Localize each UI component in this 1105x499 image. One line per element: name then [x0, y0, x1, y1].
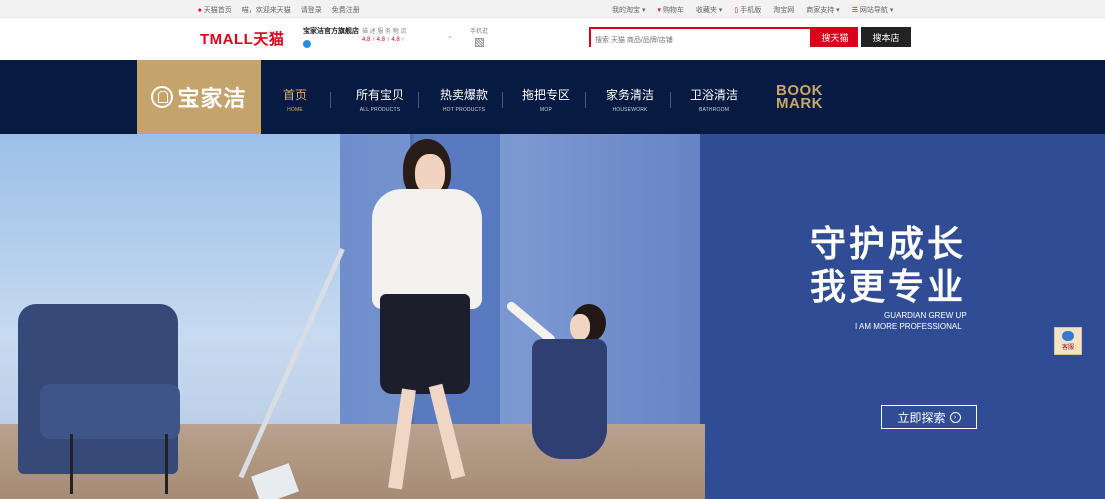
girl-face — [570, 314, 590, 340]
topbar-right: 我的淘宝 ▾ ▾ 购物车 收藏夹 ▾ ▯ 手机版 淘宝网 商家支持 ▾ ☰ 网站… — [612, 5, 893, 15]
aliwangwang-icon[interactable] — [303, 40, 311, 48]
armchair-seat — [40, 384, 180, 439]
site-header: TMALL天猫 宝家洁官方旗舰店 描 述 服 务 物 流 4.8 ↑ 4.8 ↑… — [0, 18, 1105, 60]
brand-logo[interactable]: 宝家洁 — [137, 60, 261, 134]
brand-badge-icon — [151, 86, 174, 108]
shop-nav: 宝家洁 首页 HOME 所有宝贝 ALL PRODUCTS 热卖爆款 HOT P… — [0, 60, 1105, 134]
qr-code-icon[interactable] — [474, 38, 484, 47]
search-input[interactable] — [591, 32, 810, 49]
hero-english-line1: GUARDIAN GREW UP — [884, 311, 967, 320]
nav-divider — [585, 92, 586, 108]
menu-icon: ☰ — [851, 7, 858, 14]
topbar-register-link[interactable]: 免费注册 — [332, 5, 360, 15]
topbar-taobao[interactable]: 淘宝网 — [773, 5, 794, 15]
explore-button[interactable]: 立即探索 › — [881, 405, 977, 429]
mobile-shop[interactable]: 手机逛 — [470, 26, 488, 47]
chevron-down-icon[interactable]: ⌄ — [447, 32, 453, 40]
topbar-merchant[interactable]: 商家支持 ▾ — [806, 5, 839, 15]
armchair-leg — [165, 434, 168, 494]
rating-labels: 描 述 服 务 物 流 — [362, 29, 407, 35]
nav-mop[interactable]: 拖把专区 MOP — [522, 86, 570, 113]
mobile-label: 手机逛 — [470, 29, 489, 35]
woman-skirt — [380, 294, 470, 394]
shop-info[interactable]: 宝家洁官方旗舰店 — [303, 26, 359, 50]
hero-slogan-line2: 我更专业 — [810, 266, 967, 307]
nav-divider — [330, 92, 331, 108]
hero-english-line2: I AM MORE PROFESSIONAL — [855, 322, 962, 331]
topbar-cart[interactable]: ▾ 购物车 — [657, 5, 683, 15]
topbar-welcome: 喵，欢迎来天猫 — [241, 7, 291, 14]
nav-divider — [418, 92, 419, 108]
topbar-favorites[interactable]: 收藏夹 ▾ — [696, 5, 722, 15]
nav-housework[interactable]: 家务清洁 HOUSEWORK — [606, 86, 654, 113]
rating-scores: 4.8 ↑ 4.8 ↑ 4.8 ↑ — [362, 37, 405, 43]
cart-icon: ▾ — [657, 7, 661, 14]
topbar-home-link[interactable]: ♠ 天猫首页 — [198, 5, 232, 15]
topbar-left: ♠ 天猫首页 喵，欢迎来天猫 请登录 免费注册 — [198, 5, 360, 15]
nav-divider — [502, 92, 503, 108]
topbar-login-link[interactable]: 请登录 — [301, 5, 322, 15]
home-icon: ♠ — [198, 7, 202, 14]
topbar-sitemap[interactable]: ☰ 网站导航 ▾ — [852, 5, 894, 15]
topbar-mobile[interactable]: ▯ 手机版 — [734, 5, 761, 15]
arrow-right-circle-icon: › — [949, 411, 961, 423]
bookmark-link[interactable]: BOOK MARK — [776, 83, 823, 111]
nav-home[interactable]: 首页 HOME — [283, 86, 307, 113]
phone-icon: ▯ — [734, 7, 739, 14]
site-topbar: ♠ 天猫首页 喵，欢迎来天猫 请登录 免费注册 我的淘宝 ▾ ▾ 购物车 收藏夹 … — [0, 0, 1105, 18]
woman-face — [415, 154, 445, 194]
customer-service-float[interactable]: 客服 — [1054, 327, 1082, 355]
girl-dress — [532, 339, 607, 459]
nav-divider — [670, 92, 671, 108]
nav-all-products[interactable]: 所有宝贝 ALL PRODUCTS — [356, 86, 404, 113]
woman-shirt — [372, 189, 482, 309]
search-shop-button[interactable]: 搜本店 — [861, 27, 911, 47]
search-box — [589, 27, 812, 49]
nav-bathroom[interactable]: 卫浴清洁 BATHROOM — [690, 86, 738, 113]
topbar-my-taobao[interactable]: 我的淘宝 ▾ — [612, 5, 645, 15]
tmall-logo[interactable]: TMALL天猫 — [200, 28, 284, 49]
shop-name[interactable]: 宝家洁官方旗舰店 — [303, 26, 359, 36]
search-tmall-button[interactable]: 搜天猫 — [812, 27, 858, 47]
armchair-leg — [70, 434, 73, 494]
nav-hot-products[interactable]: 热卖爆款 HOT PRODUCTS — [440, 86, 488, 113]
brand-name: 宝家洁 — [177, 86, 247, 111]
shop-ratings: 描 述 服 务 物 流 4.8 ↑ 4.8 ↑ 4.8 ↑ — [362, 26, 406, 43]
chat-bubble-icon — [1062, 331, 1074, 341]
